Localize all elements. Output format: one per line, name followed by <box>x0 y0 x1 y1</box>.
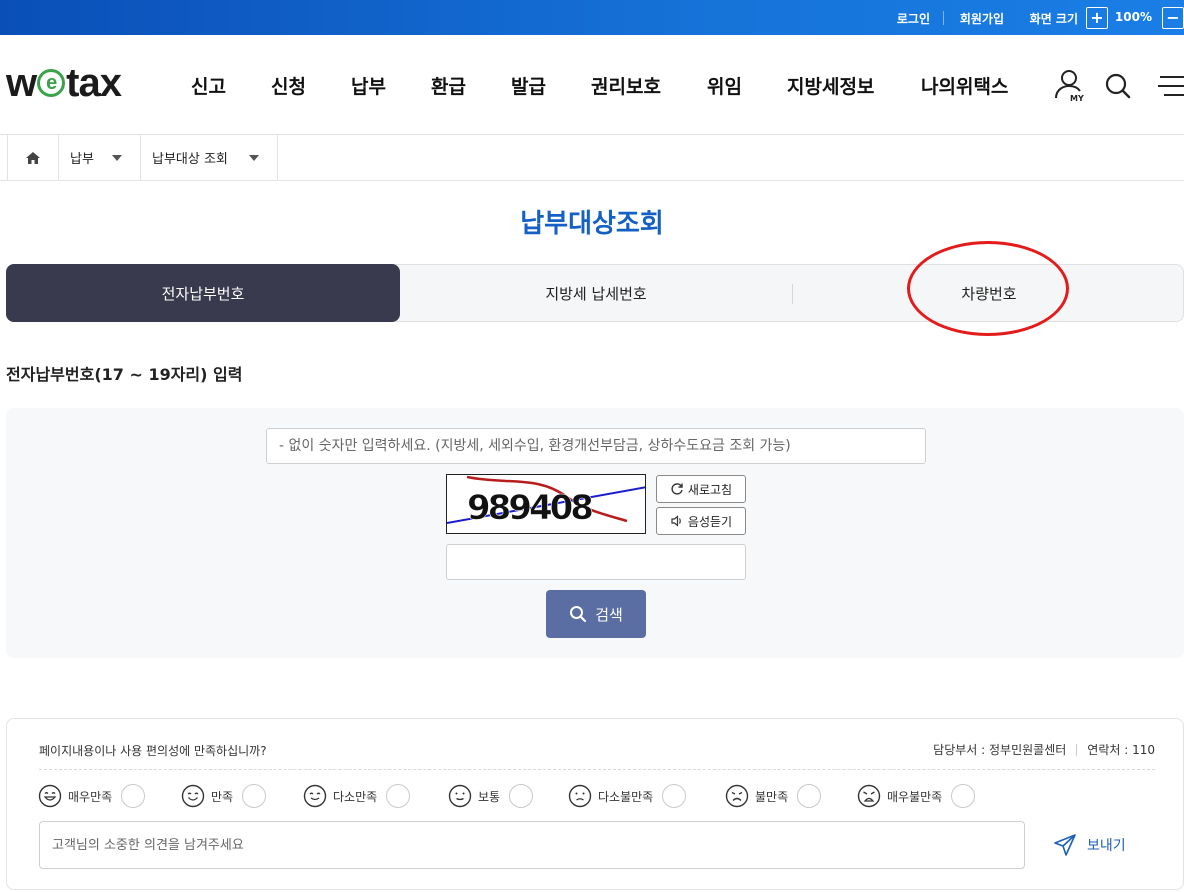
option-neutral[interactable]: 보통 <box>448 783 534 809</box>
breadcrumb: 납부 납부대상 조회 <box>0 135 1184 181</box>
breadcrumb-level1[interactable]: 납부 <box>59 135 141 180</box>
captcha-audio-button[interactable]: 음성듣기 <box>656 507 746 535</box>
option-dissatisfied[interactable]: 불만족 <box>725 783 822 809</box>
captcha-refresh-label: 새로고침 <box>687 482 733 497</box>
utility-divider <box>943 11 944 25</box>
option-label: 매우만족 <box>68 789 113 804</box>
logo-e-mark: e <box>37 69 66 97</box>
home-icon <box>26 151 40 164</box>
nav-item-issue[interactable]: 발급 <box>511 72 546 99</box>
radio-button[interactable] <box>797 784 822 808</box>
very-happy-face-icon <box>38 784 62 808</box>
option-label: 만족 <box>211 789 234 804</box>
login-link[interactable]: 로그인 <box>897 10 930 27</box>
nav-item-my-wetax[interactable]: 나의위택스 <box>921 72 1008 99</box>
meta-divider <box>1076 743 1078 756</box>
option-somewhat-dissatisfied[interactable]: 다소불만족 <box>568 783 687 809</box>
annotation-circle <box>907 241 1069 336</box>
logo-text-w: w <box>6 60 37 105</box>
search-button-label: 검색 <box>595 605 623 624</box>
radio-button[interactable] <box>951 784 976 808</box>
nav-item-pay[interactable]: 납부 <box>351 72 386 99</box>
nav-item-local-tax-info[interactable]: 지방세정보 <box>787 72 874 99</box>
refresh-icon <box>671 483 683 495</box>
option-label: 다소불만족 <box>598 789 654 804</box>
section-label: 전자납부번호(17 ~ 19자리) 입력 <box>6 365 243 384</box>
survey-meta: 담당부서 : 정부민원콜센터 연락처 : 110 <box>933 741 1155 758</box>
survey-dept: 담당부서 : 정부민원콜센터 <box>933 743 1067 757</box>
frown-face-icon <box>568 784 592 808</box>
sad-face-icon <box>725 784 749 808</box>
top-utility-bar: 로그인 회원가입 화면 크기 + 100% − <box>0 0 1184 35</box>
smile-face-icon <box>303 784 327 808</box>
survey-question: 페이지내용이나 사용 편의성에 만족하십니까? <box>39 744 267 758</box>
option-somewhat-satisfied[interactable]: 다소만족 <box>303 783 411 809</box>
tab-electronic-payment-number[interactable]: 전자납부번호 <box>6 264 400 322</box>
zoom-value: 100% <box>1114 10 1152 24</box>
option-label: 불만족 <box>755 789 789 804</box>
radio-button[interactable] <box>662 784 687 808</box>
radio-button[interactable] <box>242 784 267 808</box>
payment-number-input[interactable] <box>266 428 926 464</box>
captcha-audio-label: 음성듣기 <box>687 514 733 529</box>
join-link[interactable]: 회원가입 <box>960 10 1004 27</box>
nav-item-report[interactable]: 신고 <box>191 72 226 99</box>
breadcrumb-level1-label: 납부 <box>70 152 94 167</box>
option-label: 매우불만족 <box>887 789 943 804</box>
opinion-input[interactable] <box>39 821 1025 869</box>
survey-divider <box>39 769 1155 770</box>
captcha-refresh-button[interactable]: 새로고침 <box>656 475 746 503</box>
caret-down-icon <box>112 155 122 161</box>
tab-local-tax-number[interactable]: 지방세 납세번호 <box>400 265 792 321</box>
logo-text-tax: tax <box>66 60 122 105</box>
caret-down-icon <box>249 155 259 161</box>
neutral-face-icon <box>448 784 472 808</box>
search-icon <box>570 606 587 623</box>
search-icon[interactable] <box>1104 72 1132 100</box>
page-title: 납부대상조회 <box>520 209 664 239</box>
menu-icon[interactable] <box>1156 74 1184 98</box>
satisfaction-survey: 페이지내용이나 사용 편의성에 만족하십니까? 담당부서 : 정부민원콜센터 연… <box>6 718 1184 890</box>
zoom-out-button[interactable]: − <box>1162 7 1184 29</box>
nav-item-apply[interactable]: 신청 <box>271 72 306 99</box>
wetax-logo[interactable]: w e tax <box>6 60 122 105</box>
captcha-image: 989408 <box>446 474 646 534</box>
happy-face-icon <box>181 784 205 808</box>
breadcrumb-level2[interactable]: 납부대상 조회 <box>141 135 278 180</box>
option-very-dissatisfied[interactable]: 매우불만족 <box>857 783 976 809</box>
captcha-input[interactable] <box>446 544 746 580</box>
utility-links: 로그인 회원가입 화면 크기 + 100% − <box>884 0 1184 35</box>
nav-item-refund[interactable]: 환급 <box>431 72 466 99</box>
send-button-label: 보내기 <box>1087 838 1126 854</box>
survey-contact: 연락처 : 110 <box>1087 743 1155 757</box>
nav-item-rights[interactable]: 권리보호 <box>591 72 661 99</box>
option-very-satisfied[interactable]: 매우만족 <box>38 783 146 809</box>
angry-face-icon <box>857 784 881 808</box>
option-satisfied[interactable]: 만족 <box>181 783 267 809</box>
radio-button[interactable] <box>121 784 146 808</box>
zoom-in-button[interactable]: + <box>1086 7 1108 29</box>
send-button[interactable]: 보내기 <box>1053 831 1126 859</box>
my-label: MY <box>1070 94 1084 103</box>
option-label: 다소만족 <box>333 789 378 804</box>
zoom-label: 화면 크기 <box>1029 12 1078 26</box>
radio-button[interactable] <box>509 784 534 808</box>
home-button[interactable] <box>7 135 59 180</box>
my-page-icon[interactable]: MY <box>1052 68 1086 104</box>
radio-button[interactable] <box>386 784 411 808</box>
option-label: 보통 <box>478 789 501 804</box>
captcha-text: 989408 <box>467 488 592 528</box>
search-button[interactable]: 검색 <box>546 590 646 638</box>
speaker-icon <box>671 515 681 527</box>
paper-plane-icon <box>1054 834 1076 856</box>
nav-item-delegate[interactable]: 위임 <box>707 72 742 99</box>
breadcrumb-level2-label: 납부대상 조회 <box>152 152 228 167</box>
site-header: w e tax 신고 신청 납부 환급 발급 권리보호 위임 지방세정보 나의위택스… <box>0 35 1184 135</box>
